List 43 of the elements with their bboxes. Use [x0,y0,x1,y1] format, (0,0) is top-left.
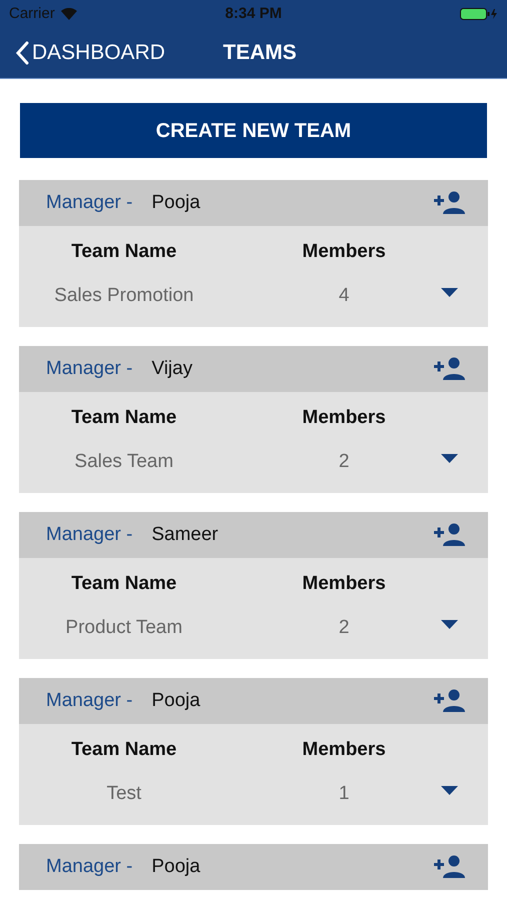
back-button[interactable]: DASHBOARD [15,37,166,69]
create-team-button[interactable]: CREATE NEW TEAM [20,103,487,158]
team-name: Sales Promotion [53,284,195,308]
add-person-icon[interactable] [434,191,466,215]
add-person-icon[interactable] [434,855,466,879]
add-person-icon[interactable] [434,689,466,713]
column-heading: Members [301,572,387,596]
dropdown-icon[interactable] [441,454,458,464]
manager-name: Sameer [152,522,218,547]
manager-label: Manager - [46,356,133,381]
manager-label: Manager - [46,688,133,713]
dropdown-icon[interactable] [441,620,458,630]
member-count: 1 [338,782,350,806]
column-heading: Team Name [70,738,178,762]
dropdown-icon[interactable] [441,288,458,298]
wifi-icon [60,8,77,20]
member-count: 2 [338,450,350,474]
manager-label: Manager - [46,522,133,547]
manager-name: Pooja [152,688,200,713]
dropdown-icon[interactable] [441,786,458,796]
column-heading: Team Name [70,572,178,596]
column-heading: Team Name [70,240,178,264]
manager-name: Pooja [152,854,200,879]
manager-label: Manager - [46,854,133,879]
column-heading: Members [301,406,387,430]
team-name: Sales Team [74,450,174,474]
add-person-icon[interactable] [434,523,466,547]
add-person-icon[interactable] [434,357,466,381]
member-count: 4 [338,284,350,308]
team-name: Test [106,782,142,806]
member-count: 2 [338,616,350,640]
page-title: TEAMS [223,40,297,66]
clock-time: 8:34 PM [225,4,282,24]
battery-icon [460,8,498,20]
manager-name: Pooja [152,190,200,215]
manager-name: Vijay [152,356,192,381]
carrier-name: Carrier [9,4,55,24]
back-chevron-icon [15,41,29,65]
team-name: Product Team [64,616,184,640]
column-heading: Team Name [70,406,178,430]
column-heading: Members [301,240,387,264]
column-heading: Members [301,738,387,762]
manager-label: Manager - [46,190,133,215]
